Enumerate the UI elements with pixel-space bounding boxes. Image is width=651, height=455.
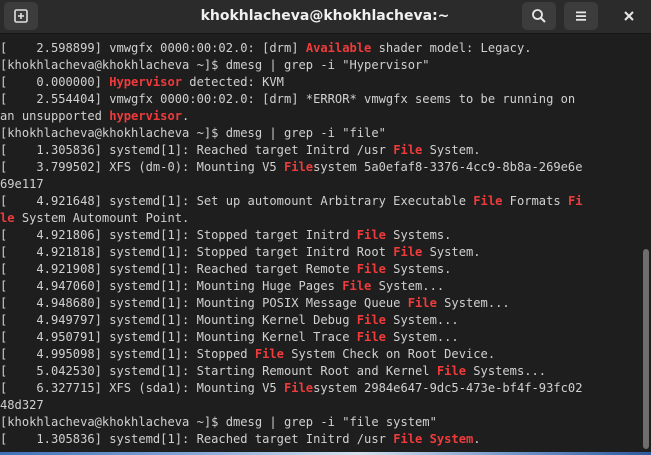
terminal-text: [ 4.950791] systemd[1]: Mounting Kernel … [0,330,357,344]
terminal-text: Formats [502,194,568,208]
match-highlight: File [356,313,386,327]
terminal-line: [ 5.042530] systemd[1]: Starting Remount… [0,363,640,380]
terminal-line: [ 4.950791] systemd[1]: Mounting Kernel … [0,329,640,346]
close-icon [624,11,634,21]
match-highlight: hypervisor [109,109,183,123]
match-highlight: Fi [567,194,583,208]
terminal-text: [ 4.995098] systemd[1]: Stopped [0,347,255,361]
match-highlight: File [356,228,386,242]
terminal-text: [ 2.554404] vmwgfx 0000:00:02.0: [drm] *… [0,92,576,106]
match-highlight: File [283,160,314,174]
terminal-line: [ 4.921648] systemd[1]: Set up automount… [0,193,640,210]
hamburger-menu-icon [576,11,586,21]
menu-button[interactable] [564,2,598,30]
terminal-text: System... [371,279,445,293]
terminal-text: [ 0.000000] [0,75,110,89]
terminal-line: le System Automount Point. [0,210,640,227]
terminal-line: [ 0.000000] Hypervisor detected: KVM [0,74,640,91]
title-bar: khokhlacheva@khokhlacheva:~ [0,0,651,34]
terminal-text: [ 6.327715] XFS (sda1): Mounting V5 [0,381,284,395]
match-highlight: File [342,279,372,293]
window-title: khokhlacheva@khokhlacheva:~ [200,8,450,24]
terminal-line: [ 4.921806] systemd[1]: Stopped target I… [0,227,640,244]
terminal-text: System... [385,313,459,327]
terminal-line: [ 4.995098] systemd[1]: Stopped File Sys… [0,346,640,363]
terminal-text: shader model: Legacy. [371,41,532,55]
terminal-line: 69e117 [0,176,640,193]
match-highlight: File [356,330,386,344]
terminal-line: [ 2.554404] vmwgfx 0000:00:02.0: [drm] *… [0,91,640,108]
terminal-text: [ 4.921806] systemd[1]: Stopped target I… [0,228,357,242]
terminal-text: [ 4.921648] systemd[1]: Set up automount… [0,194,474,208]
match-highlight: File [436,364,466,378]
terminal-line: [ 4.947060] systemd[1]: Mounting Huge Pa… [0,278,640,295]
match-highlight: File [356,262,386,276]
terminal-text: Systems... [466,364,547,378]
match-highlight: File System [393,432,474,446]
terminal-line: [ 2.598899] vmwgfx 0000:00:02.0: [drm] A… [0,40,640,57]
match-highlight: File [254,347,284,361]
terminal-text: [ 4.921908] systemd[1]: Reached target R… [0,262,357,276]
match-highlight: File [407,296,437,310]
match-highlight: le [0,211,15,225]
terminal-text: [ 5.042530] systemd[1]: Starting Remount… [0,364,437,378]
terminal-text: [khokhlacheva@khokhlacheva ~]$ dmesg | g… [0,58,430,72]
terminal-text: System. [422,245,481,259]
match-highlight: File [393,143,423,157]
match-highlight: File [473,194,503,208]
scrollbar[interactable] [640,34,651,452]
terminal-text: System. [422,143,481,157]
match-highlight: Available [305,41,372,55]
terminal-text: [ 4.947060] systemd[1]: Mounting Huge Pa… [0,279,343,293]
scrollbar-thumb[interactable] [643,249,649,449]
close-button[interactable] [612,2,646,30]
terminal-text: [ 2.598899] vmwgfx 0000:00:02.0: [drm] [0,41,306,55]
terminal-line: [khokhlacheva@khokhlacheva ~]$ dmesg | g… [0,125,640,142]
terminal-text: 48d327 [0,398,44,412]
match-highlight: File [283,381,314,395]
search-button[interactable] [522,2,556,30]
terminal-line: [ 4.948680] systemd[1]: Mounting POSIX M… [0,295,640,312]
terminal-line: [ 1.305836] systemd[1]: Reached target I… [0,142,640,159]
terminal-text: System Automount Point. [14,211,190,225]
terminal-line: [ 1.305836] systemd[1]: Reached target I… [0,431,640,448]
terminal-line: 48d327 [0,397,640,414]
new-tab-icon [14,9,28,23]
new-tab-button[interactable] [4,2,38,30]
terminal-line: [ 4.921818] systemd[1]: Stopped target I… [0,244,640,261]
terminal-text: detected: KVM [182,75,284,89]
terminal-text: [ 3.799502] XFS (dm-0): Mounting V5 [0,160,284,174]
terminal-text: System Check on Root Device. [283,347,496,361]
terminal-line: an unsupported hypervisor. [0,108,640,125]
terminal-text: 69e117 [0,177,44,191]
terminal-text: system 2984e647-9dc5-473e-bf4f-93fc02 [313,381,583,395]
terminal-text: [ 1.305836] systemd[1]: Reached target I… [0,143,394,157]
terminal-text: Systems. [385,228,452,242]
terminal-text: [khokhlacheva@khokhlacheva ~]$ dmesg | g… [0,126,386,140]
terminal-text: system 5a0efaf8-3376-4cc9-8b8a-269e6e [313,160,583,174]
match-highlight: File [393,245,423,259]
terminal-line: [ 3.799502] XFS (dm-0): Mounting V5 File… [0,159,640,176]
terminal-text: . [473,432,481,446]
terminal-text: Systems. [385,262,452,276]
terminal-output[interactable]: [ 2.598899] vmwgfx 0000:00:02.0: [drm] A… [0,40,640,452]
search-icon [532,9,546,23]
terminal-text: [ 4.921818] systemd[1]: Stopped target I… [0,245,394,259]
terminal-line: [khokhlacheva@khokhlacheva ~]$ dmesg | g… [0,414,640,431]
terminal-text: [khokhlacheva@khokhlacheva ~]$ dmesg | g… [0,415,437,429]
terminal-text: [ 1.305836] systemd[1]: Reached target I… [0,432,394,446]
terminal-text: [ 4.949797] systemd[1]: Mounting Kernel … [0,313,357,327]
terminal-line: [khokhlacheva@khokhlacheva ~]$ dmesg | g… [0,57,640,74]
terminal-line: [ 4.949797] systemd[1]: Mounting Kernel … [0,312,640,329]
terminal-line: [ 4.921908] systemd[1]: Reached target R… [0,261,640,278]
terminal-line: [ 6.327715] XFS (sda1): Mounting V5 File… [0,380,640,397]
match-highlight: Hypervisor [109,75,183,89]
terminal-text: System... [385,330,459,344]
terminal-text: . [182,109,190,123]
terminal-text: System... [436,296,510,310]
terminal-text: an unsupported [0,109,110,123]
terminal-text: [ 4.948680] systemd[1]: Mounting POSIX M… [0,296,408,310]
